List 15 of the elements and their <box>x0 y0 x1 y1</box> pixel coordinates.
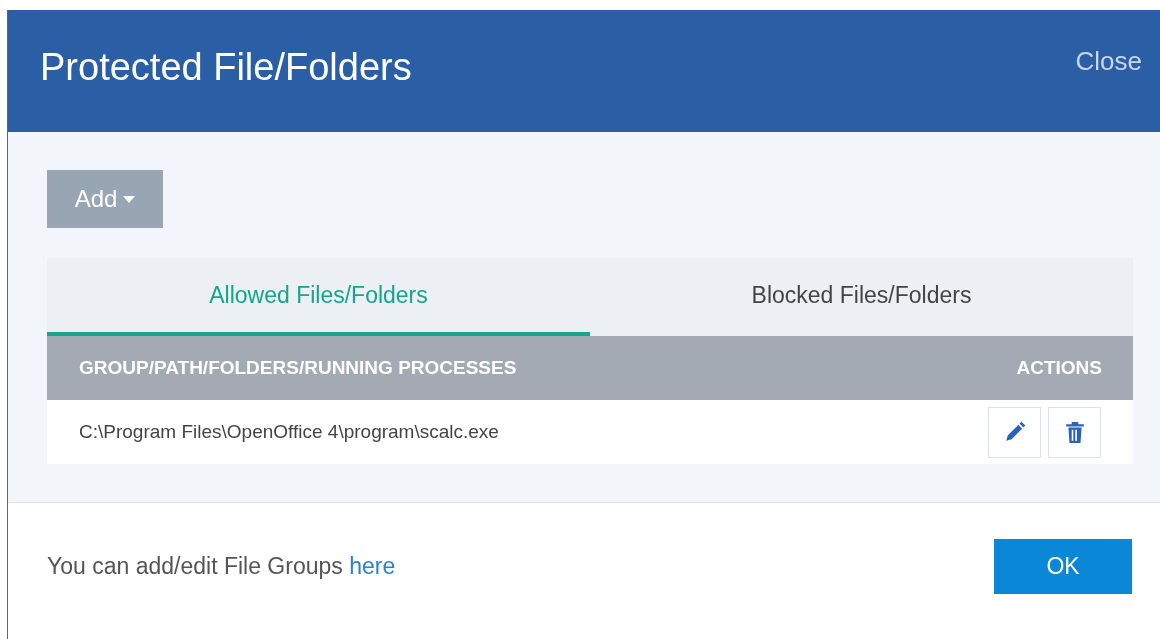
path-cell-text: C:\Program Files\OpenOffice 4\program\scalc.exe <box>79 419 499 444</box>
tab[interactable]: Blocked Files/Folders <box>590 258 1133 336</box>
pencil-icon <box>1003 421 1026 443</box>
caret-icon <box>123 195 136 203</box>
column-header: GROUP/PATH/FOLDERS/RUNNING PROCESSES <box>79 355 517 380</box>
column-header: ACTIONS <box>1016 355 1102 380</box>
trash-icon <box>1065 421 1084 443</box>
ok-button[interactable]: OK <box>994 539 1132 594</box>
close-button[interactable]: Close <box>1075 48 1142 74</box>
add-dropdown-button[interactable]: Add <box>47 170 163 228</box>
here-link[interactable]: here <box>349 553 396 580</box>
edit-button[interactable] <box>988 406 1041 458</box>
dialog-title: Protected File/Folders <box>40 48 412 86</box>
footer-note: You can add/edit File Groups here <box>47 552 396 582</box>
delete-button[interactable] <box>1048 406 1101 458</box>
